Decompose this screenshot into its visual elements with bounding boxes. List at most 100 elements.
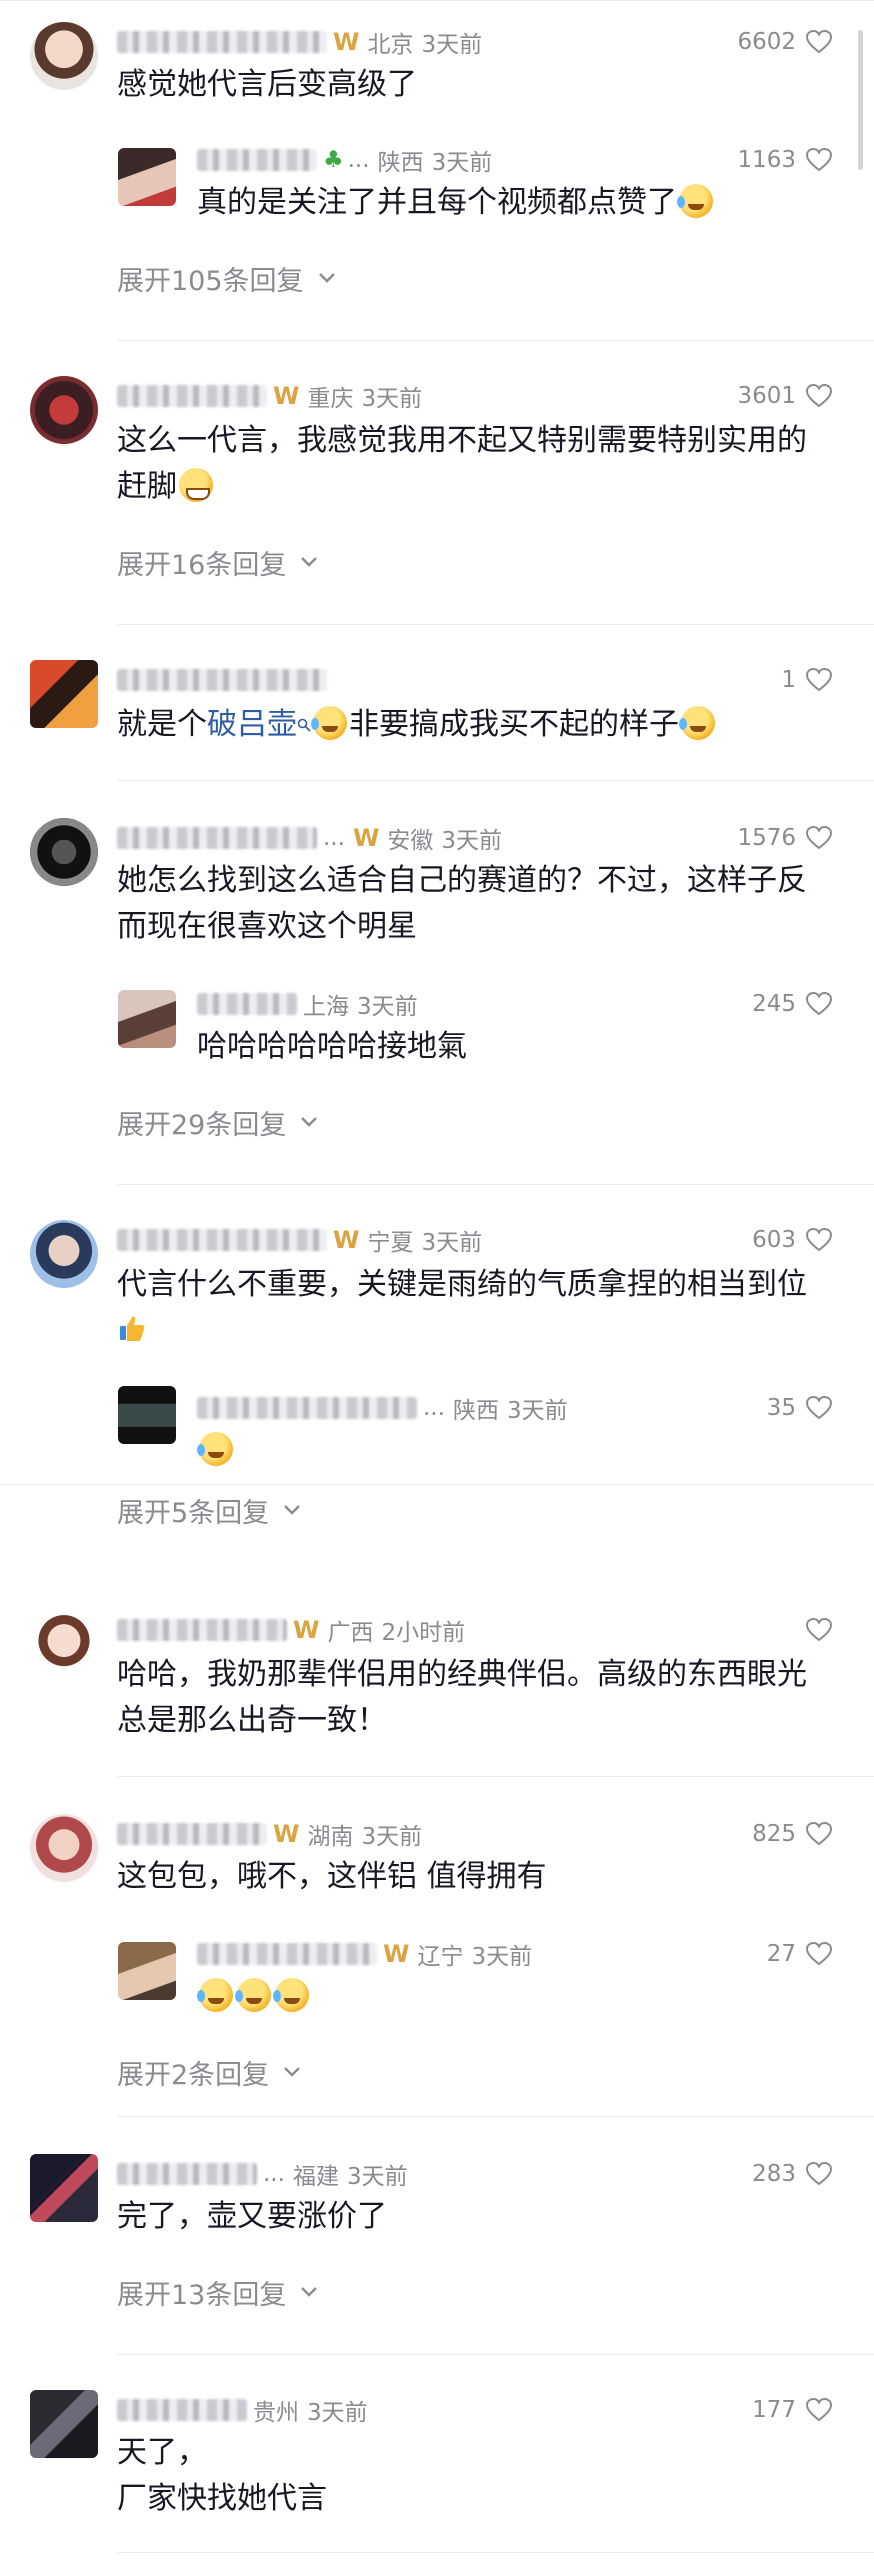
- like-button[interactable]: [806, 1610, 832, 1650]
- expand-replies-button[interactable]: 展开5条回复: [117, 1490, 301, 1530]
- like-count: 1: [781, 667, 796, 693]
- location: 陕西: [452, 1398, 499, 1424]
- avatar[interactable]: [30, 660, 98, 728]
- grin-emoji-icon: [179, 468, 213, 502]
- username-blurred[interactable]: [117, 2399, 247, 2421]
- chevron-down-icon: [318, 273, 335, 283]
- avatar[interactable]: [30, 2154, 98, 2222]
- like-button[interactable]: 177: [752, 2390, 832, 2430]
- comment-meta: W 广西 2小时前: [117, 1610, 465, 1650]
- reply-meta: ... 陕西 3天前: [197, 1388, 568, 1428]
- timestamp: 3天前: [421, 1230, 483, 1256]
- like-count: 3601: [737, 383, 796, 409]
- avatar[interactable]: [30, 1814, 98, 1882]
- comment-text: 感觉她代言后变高级了: [117, 67, 417, 102]
- avatar[interactable]: [30, 1610, 98, 1678]
- avatar[interactable]: [118, 1386, 176, 1444]
- like-button[interactable]: 35: [767, 1388, 832, 1428]
- location: 湖南: [307, 1824, 354, 1850]
- comment-meta: ... 福建 3天前: [117, 2154, 408, 2194]
- chevron-down-icon: [301, 557, 318, 567]
- username-blurred[interactable]: [117, 2163, 257, 2185]
- divider: [117, 2354, 874, 2355]
- fan-badge-icon: W: [273, 1820, 300, 1848]
- avatar[interactable]: [30, 22, 98, 90]
- username-blurred[interactable]: [197, 1943, 377, 1965]
- username-blurred[interactable]: [197, 149, 317, 171]
- like-count: 177: [752, 2397, 796, 2423]
- crying-laughing-emoji-icon: [197, 1978, 233, 2012]
- location: 宁夏: [367, 1230, 414, 1256]
- timestamp: 3天前: [361, 1824, 423, 1850]
- like-button[interactable]: 1163: [737, 140, 832, 180]
- like-button[interactable]: 27: [767, 1934, 832, 1974]
- like-count: 825: [752, 1821, 796, 1847]
- expand-replies-button[interactable]: 展开16条回复: [117, 542, 318, 582]
- username-blurred[interactable]: [117, 669, 327, 691]
- comment-text: 这包包，哦不，这伴铝 值得拥有: [117, 1859, 547, 1894]
- expand-replies-button[interactable]: 展开29条回复: [117, 1102, 318, 1142]
- expand-replies-button[interactable]: 展开13条回复: [117, 2272, 318, 2312]
- comment-text-content: 代言什么不重要，关键是雨绮的气质拿捏的相当到位: [117, 1267, 807, 1302]
- chevron-down-icon: [284, 1505, 301, 1515]
- like-button[interactable]: 283: [752, 2154, 832, 2194]
- location: 福建: [292, 2164, 339, 2190]
- username-blurred[interactable]: [117, 1229, 327, 1251]
- like-button[interactable]: 603: [752, 1220, 832, 1260]
- like-button[interactable]: 825: [752, 1814, 832, 1854]
- username-blurred[interactable]: [197, 993, 297, 1015]
- comment-text-content: 这么一代言，我感觉我用不起又特别需要特别实用的赶脚: [117, 423, 807, 504]
- search-link[interactable]: 破吕壶: [207, 707, 297, 742]
- reply-text: 哈哈哈哈哈哈接地氣: [197, 1029, 467, 1064]
- crying-laughing-emoji-icon: [235, 1978, 271, 2012]
- crying-laughing-emoji-icon: [679, 706, 715, 740]
- like-button[interactable]: 6602: [737, 22, 832, 62]
- username-blurred[interactable]: [117, 31, 327, 53]
- comment-meta: W 北京 3天前: [117, 22, 482, 62]
- heart-icon: [806, 2398, 832, 2422]
- like-count: 1163: [737, 147, 796, 173]
- search-icon[interactable]: [297, 718, 311, 732]
- timestamp: 3天前: [346, 2164, 408, 2190]
- username-blurred[interactable]: [197, 1397, 417, 1419]
- expand-replies-button[interactable]: 展开2条回复: [117, 2052, 301, 2092]
- username-blurred[interactable]: [117, 385, 267, 407]
- like-button[interactable]: 1576: [737, 818, 832, 858]
- location: 上海: [303, 994, 349, 1020]
- username-blurred[interactable]: [117, 1619, 287, 1641]
- like-count: 603: [752, 1227, 796, 1253]
- fan-badge-icon: W: [333, 28, 360, 56]
- location: 辽宁: [417, 1944, 464, 1970]
- name-ellipsis: ...: [263, 2161, 285, 2187]
- expand-label: 展开29条回复: [117, 1109, 287, 1141]
- avatar[interactable]: [30, 2390, 98, 2458]
- reply-text: 真的是关注了并且每个视频都点赞了: [197, 180, 817, 226]
- avatar[interactable]: [30, 818, 98, 886]
- scrollbar[interactable]: [858, 30, 863, 170]
- comment-text: 哈哈，我奶那辈伴侣用的经典伴侣。高级的东西眼光总是那么出奇一致！: [117, 1657, 807, 1738]
- divider: [117, 1184, 874, 1185]
- divider: [117, 780, 874, 781]
- fan-badge-icon: W: [293, 1616, 320, 1644]
- avatar[interactable]: [30, 376, 98, 444]
- expand-replies-button[interactable]: 展开105条回复: [117, 258, 336, 298]
- divider: [117, 2552, 874, 2553]
- avatar[interactable]: [118, 148, 176, 206]
- username-blurred[interactable]: [117, 827, 317, 849]
- heart-icon: [806, 826, 832, 850]
- comment-meta: W 湖南 3天前: [117, 1814, 422, 1854]
- like-button[interactable]: 3601: [737, 376, 832, 416]
- username-blurred[interactable]: [117, 1823, 267, 1845]
- expand-label: 展开16条回复: [117, 549, 287, 581]
- fan-badge-icon: W: [383, 1940, 410, 1968]
- heart-icon: [806, 1822, 832, 1846]
- crying-laughing-emoji-icon: [273, 1978, 309, 2012]
- like-button[interactable]: 1: [781, 660, 832, 700]
- top-divider: [0, 0, 874, 1]
- avatar[interactable]: [30, 1220, 98, 1288]
- like-button[interactable]: 245: [752, 984, 832, 1024]
- avatar[interactable]: [118, 1942, 176, 2000]
- avatar[interactable]: [118, 990, 176, 1048]
- location: 陕西: [377, 150, 424, 176]
- expand-label: 展开5条回复: [117, 1497, 270, 1529]
